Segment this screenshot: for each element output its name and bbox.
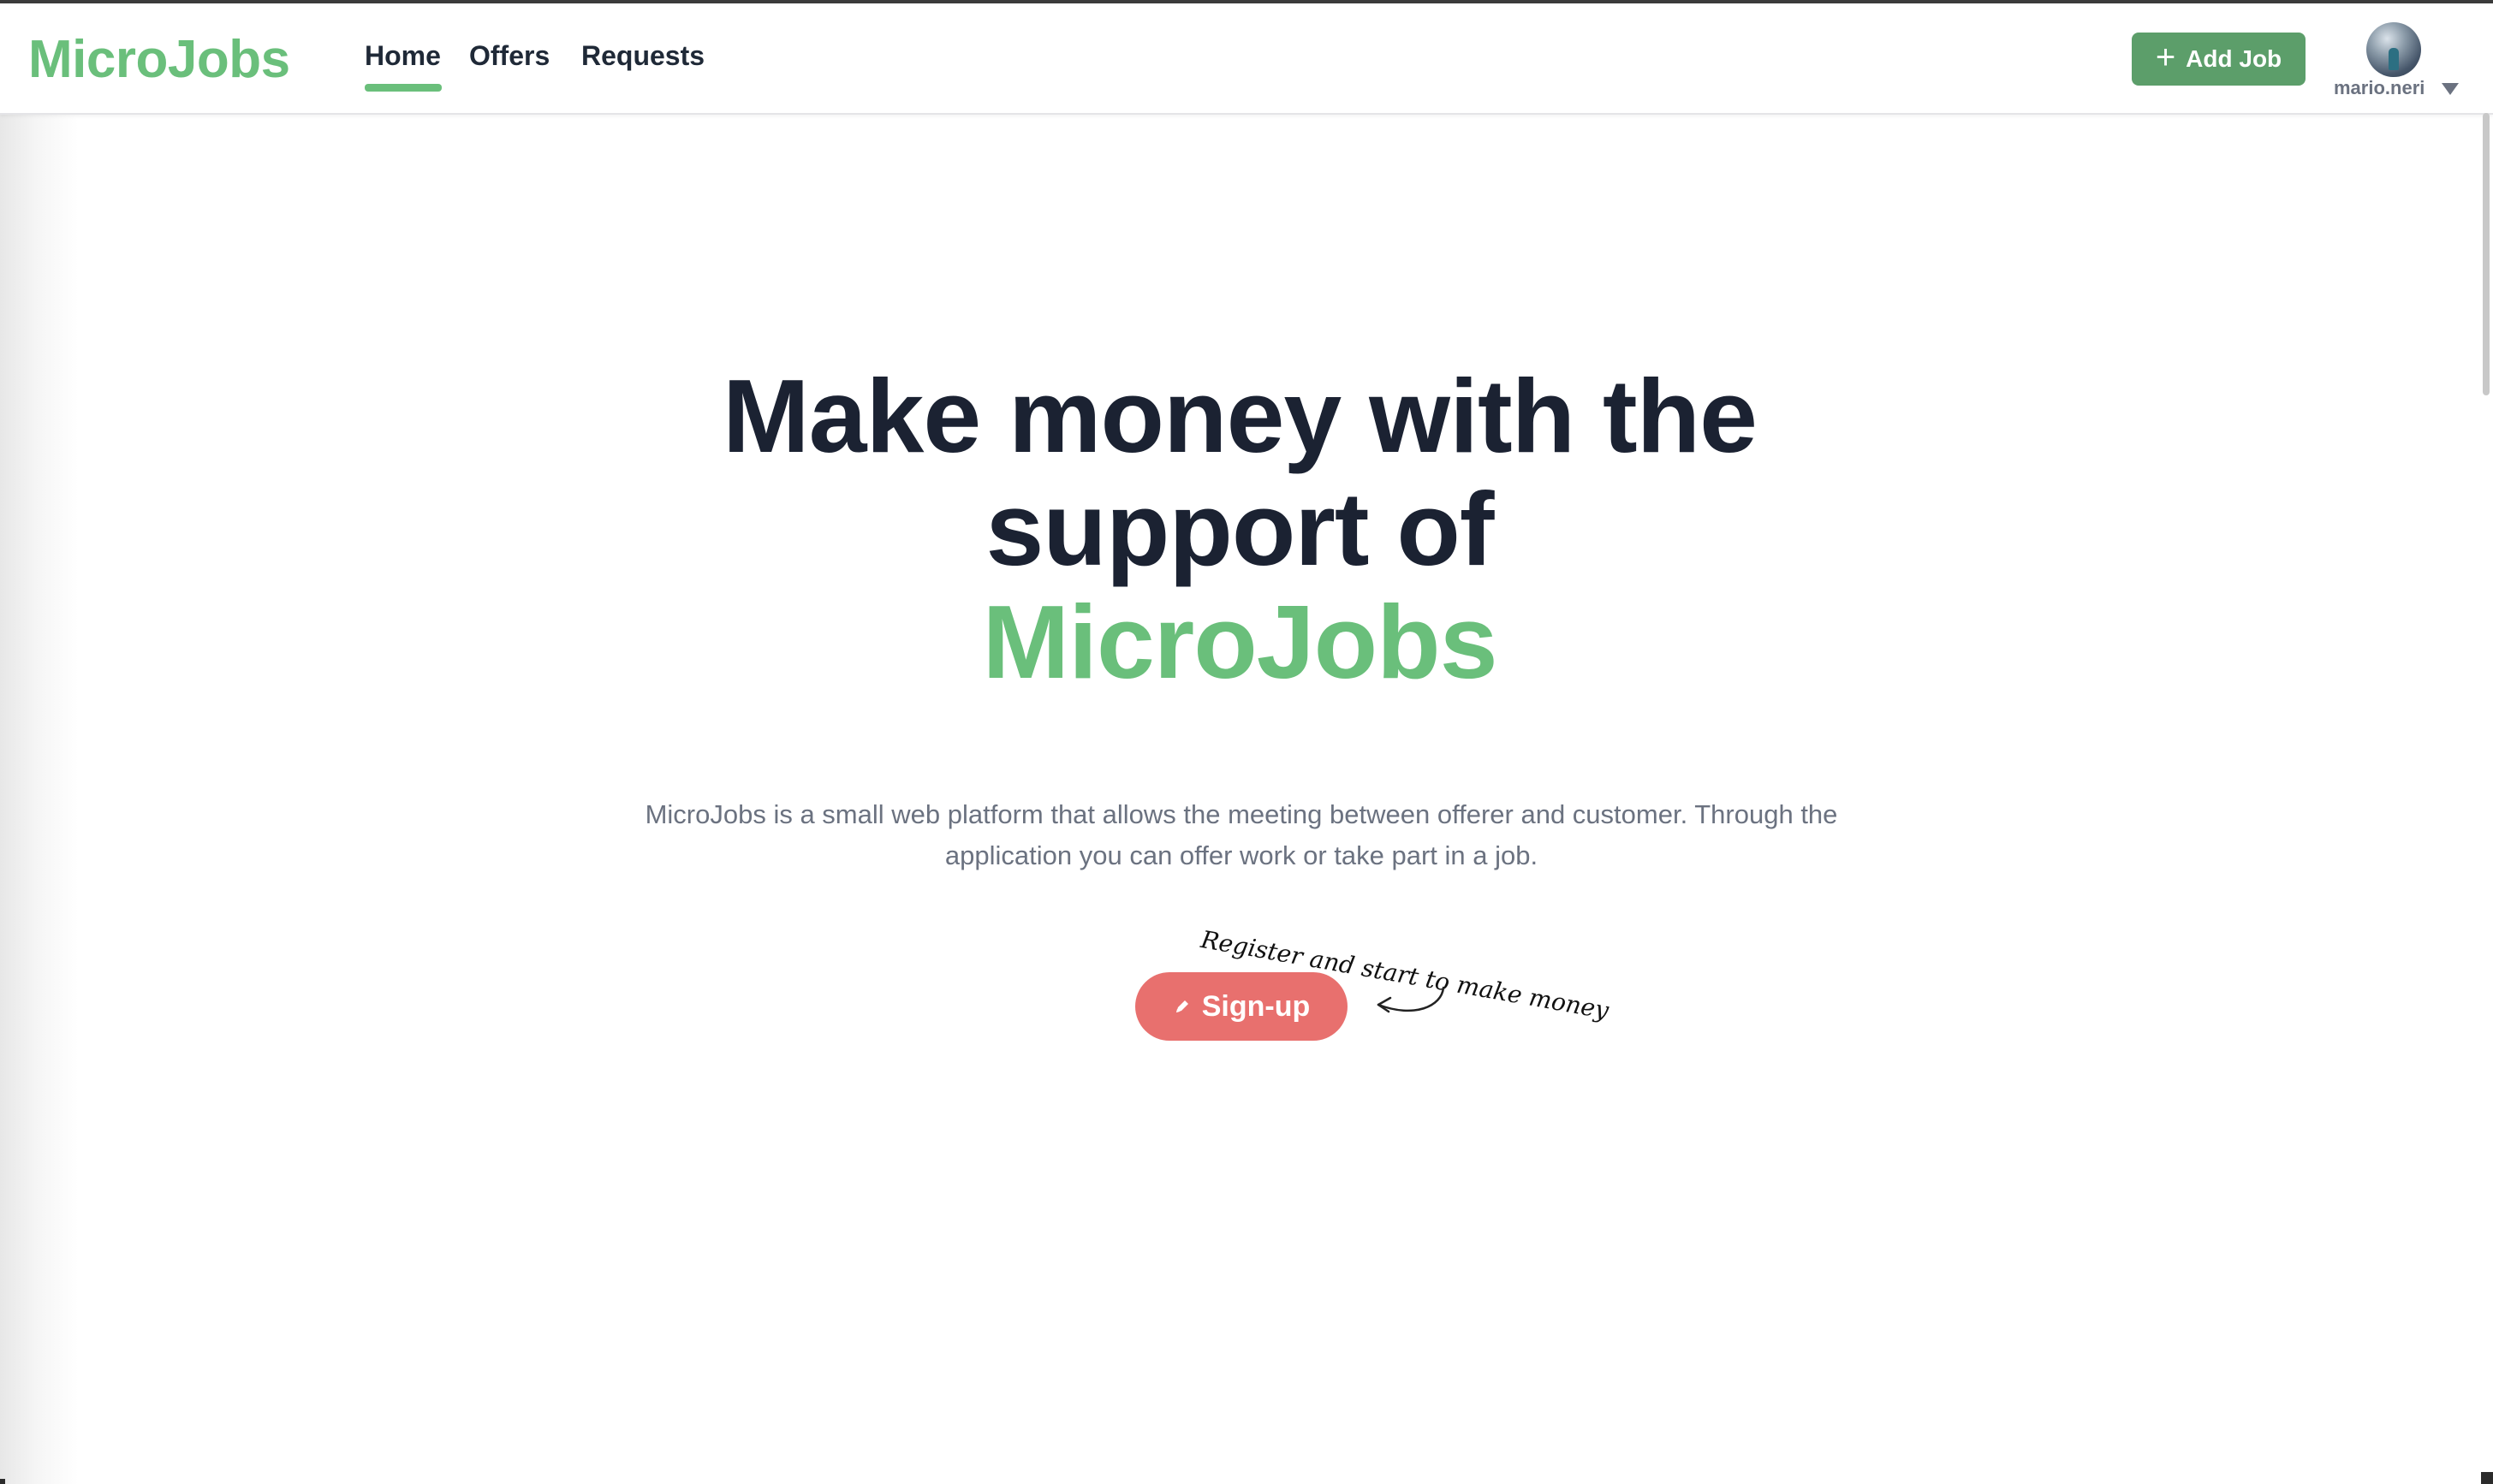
- hero-title-brand: MicroJobs: [982, 584, 1497, 700]
- hero-title-line1: Make money with the: [722, 358, 1758, 474]
- username[interactable]: mario.neri: [2334, 75, 2425, 101]
- add-job-label: Add Job: [2186, 45, 2282, 72]
- nav-requests[interactable]: Requests: [581, 34, 705, 77]
- browser-viewport: MicroJobs Home Offers Requests + Add Job…: [0, 0, 2493, 1484]
- curved-arrow-icon: [1377, 986, 1445, 1013]
- nav-active-indicator: [365, 84, 442, 92]
- window-corner: [2481, 1472, 2493, 1484]
- nav-offers[interactable]: Offers: [469, 34, 550, 77]
- avatar-figure: [2389, 48, 2399, 70]
- nav-home[interactable]: Home: [365, 34, 441, 77]
- hero-title: Make money with the support of MicroJobs: [562, 359, 1918, 698]
- window-corner-left: [0, 1479, 5, 1484]
- scrollbar[interactable]: [2483, 113, 2490, 1474]
- signup-button[interactable]: Sign-up: [1135, 972, 1348, 1041]
- hero-description: MicroJobs is a small web platform that a…: [645, 799, 1838, 870]
- brand-logo[interactable]: MicroJobs: [28, 27, 290, 92]
- navbar: MicroJobs Home Offers Requests + Add Job…: [0, 3, 2493, 115]
- hero-title-line2: support of: [985, 471, 1494, 587]
- scrollbar-thumb[interactable]: [2483, 113, 2490, 395]
- pen-icon: [1175, 1000, 1188, 1012]
- signup-label: Sign-up: [1201, 989, 1311, 1023]
- left-shadow: [0, 115, 79, 1484]
- avatar[interactable]: [2366, 22, 2421, 77]
- add-job-button[interactable]: + Add Job: [2132, 33, 2306, 86]
- plus-icon: +: [2155, 39, 2176, 76]
- caret-down-icon[interactable]: [2442, 83, 2459, 95]
